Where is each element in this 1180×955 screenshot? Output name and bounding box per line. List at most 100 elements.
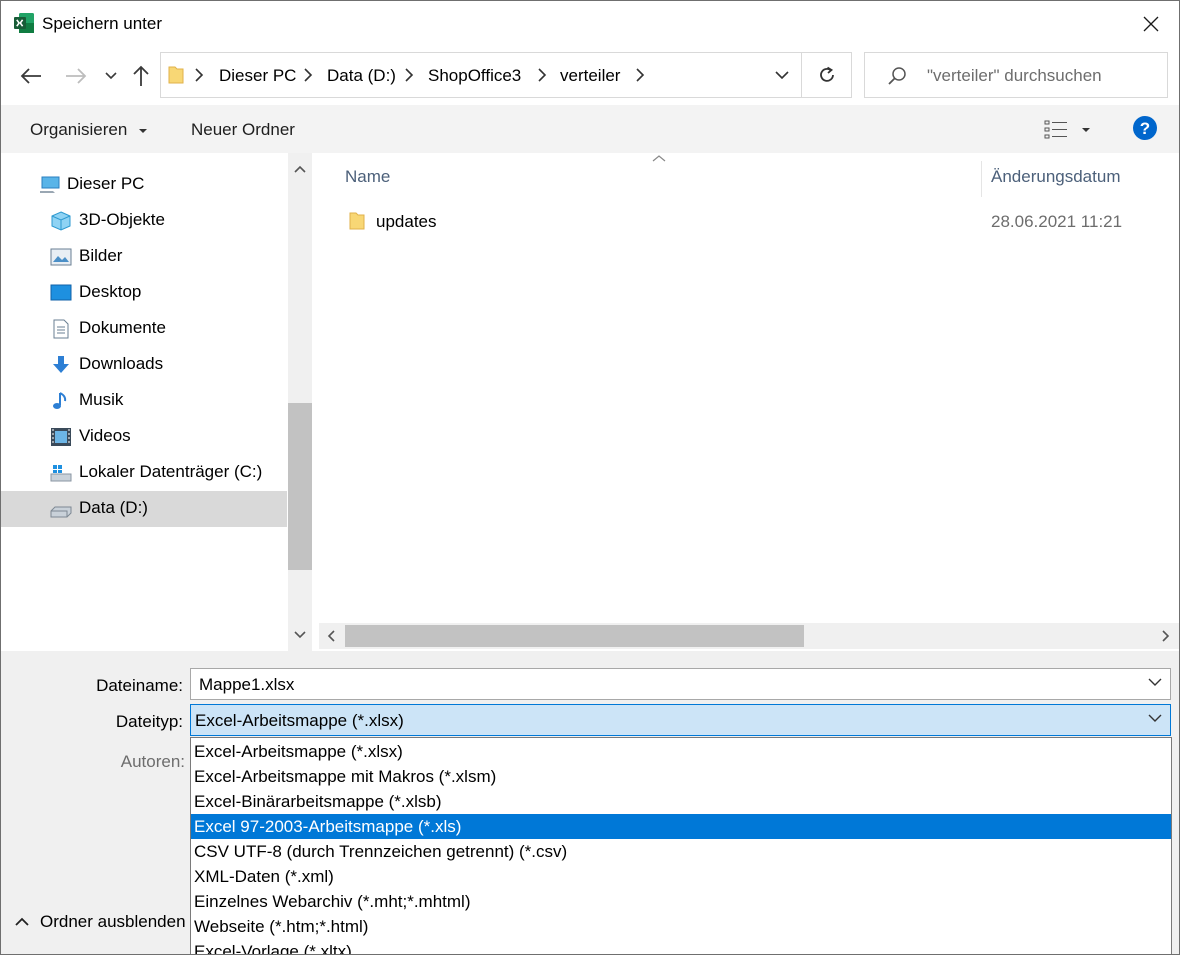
save-as-dialog: Speichern unter Dieser PC Data (D:) Shop… xyxy=(0,0,1180,955)
nav-label: Dieser PC xyxy=(67,174,145,193)
file-list-scrollbar[interactable] xyxy=(319,623,1179,649)
close-icon xyxy=(1143,16,1159,32)
folder-icon xyxy=(349,212,365,230)
chevron-right-icon xyxy=(195,68,204,82)
sort-ascending-icon xyxy=(652,155,666,162)
nav-scrollbar[interactable] xyxy=(288,153,312,651)
chevron-right-icon xyxy=(538,68,547,82)
command-bar: Organisieren Neuer Ordner ? xyxy=(1,105,1179,153)
svg-text:?: ? xyxy=(1140,119,1150,138)
arrow-right-icon xyxy=(66,68,87,84)
up-button[interactable] xyxy=(124,59,158,93)
help-icon: ? xyxy=(1133,116,1157,140)
filetype-label: Dateityp: xyxy=(115,712,183,731)
title-bar: Speichern unter xyxy=(1,1,1179,47)
nav-item-this-pc[interactable]: Dieser PC xyxy=(1,167,287,203)
caret-down-icon xyxy=(1082,128,1090,132)
scroll-up-icon[interactable] xyxy=(294,165,306,173)
documents-icon xyxy=(53,319,69,339)
crumb-shopoffice3[interactable]: ShopOffice3 xyxy=(428,66,521,86)
address-history-dropdown[interactable] xyxy=(763,53,801,97)
filetype-option[interactable]: Excel-Arbeitsmappe (*.xlsx) xyxy=(191,739,1171,764)
column-header-date[interactable]: Änderungsdatum xyxy=(991,167,1120,187)
crumb-data-drive[interactable]: Data (D:) xyxy=(327,66,396,86)
nav-item-documents[interactable]: Dokumente xyxy=(1,311,287,347)
desktop-icon xyxy=(50,284,72,301)
nav-item-videos[interactable]: Videos xyxy=(1,419,287,455)
search-box[interactable]: "verteiler" durchsuchen xyxy=(864,52,1168,98)
filetype-option-highlighted[interactable]: Excel 97-2003-Arbeitsmappe (*.xls) xyxy=(191,814,1171,839)
search-icon xyxy=(888,67,906,85)
new-folder-button[interactable]: Neuer Ordner xyxy=(191,120,295,140)
search-input[interactable]: "verteiler" durchsuchen xyxy=(927,66,1102,86)
file-date: 28.06.2021 11:21 xyxy=(991,212,1123,231)
nav-label: Musik xyxy=(79,390,124,409)
address-bar[interactable]: Dieser PC Data (D:) ShopOffice3 verteile… xyxy=(160,52,852,98)
nav-item-music[interactable]: Musik xyxy=(1,383,287,419)
back-button[interactable] xyxy=(14,59,48,93)
filetype-select[interactable]: Excel-Arbeitsmappe (*.xlsx) xyxy=(190,704,1171,736)
view-options-button[interactable] xyxy=(1041,116,1097,144)
download-arrow-icon xyxy=(53,356,69,373)
filetype-option[interactable]: Einzelnes Webarchiv (*.mht;*.mhtml) xyxy=(191,889,1171,914)
file-name: updates xyxy=(376,212,437,231)
nav-item-pictures[interactable]: Bilder xyxy=(1,239,287,275)
nav-item-3d-objects[interactable]: 3D-Objekte xyxy=(1,203,287,239)
close-button[interactable] xyxy=(1121,1,1179,47)
scroll-down-icon[interactable] xyxy=(294,631,306,639)
filetype-option[interactable]: Excel-Binärarbeitsmappe (*.xlsb) xyxy=(191,789,1171,814)
refresh-button[interactable] xyxy=(801,53,851,97)
organize-button[interactable]: Organisieren xyxy=(30,120,148,140)
filename-label: Dateiname: xyxy=(96,676,183,695)
nav-label: Desktop xyxy=(79,282,142,301)
navigation-pane: Dieser PC 3D-Objekte Bilder Desktop Doku… xyxy=(1,153,313,651)
window-title: Speichern unter xyxy=(42,14,163,33)
windows-drive-icon xyxy=(50,465,72,482)
recent-locations-button[interactable] xyxy=(94,59,128,93)
scroll-right-icon[interactable] xyxy=(1162,630,1170,642)
nav-item-local-disk-c[interactable]: Lokaler Datenträger (C:) xyxy=(1,455,287,491)
crumb-verteiler[interactable]: verteiler xyxy=(560,66,620,86)
scroll-left-icon[interactable] xyxy=(327,630,335,642)
filetype-dropdown-list: Excel-Arbeitsmappe (*.xlsx) Excel-Arbeit… xyxy=(190,737,1172,954)
filetype-option[interactable]: XML-Daten (*.xml) xyxy=(191,864,1171,889)
film-icon xyxy=(51,428,71,446)
column-header-name[interactable]: Name xyxy=(345,167,390,187)
column-divider[interactable] xyxy=(981,161,982,197)
nav-label: Data (D:) xyxy=(79,498,148,517)
arrow-left-icon xyxy=(20,68,41,84)
chevron-down-icon[interactable] xyxy=(1148,714,1162,722)
filename-input[interactable]: Mappe1.xlsx xyxy=(190,668,1171,700)
nav-scrollbar-thumb[interactable] xyxy=(288,403,312,570)
nav-item-downloads[interactable]: Downloads xyxy=(1,347,287,383)
arrow-up-icon xyxy=(133,65,149,86)
chevron-right-icon xyxy=(304,68,313,82)
chevron-down-icon[interactable] xyxy=(1148,678,1162,686)
folder-icon xyxy=(168,66,184,84)
filetype-option[interactable]: Webseite (*.htm;*.html) xyxy=(191,914,1171,939)
file-row[interactable]: updates 28.06.2021 11:21 xyxy=(319,205,1179,237)
filetype-option[interactable]: Excel-Arbeitsmappe mit Makros (*.xlsm) xyxy=(191,764,1171,789)
filetype-value: Excel-Arbeitsmappe (*.xlsx) xyxy=(195,711,404,730)
organize-label: Organisieren xyxy=(30,120,128,139)
excel-icon xyxy=(14,13,34,33)
refresh-icon xyxy=(819,66,834,82)
chevron-right-icon xyxy=(405,68,414,82)
help-button[interactable]: ? xyxy=(1132,115,1158,141)
nav-item-desktop[interactable]: Desktop xyxy=(1,275,287,311)
forward-button[interactable] xyxy=(59,59,93,93)
filetype-option[interactable]: Excel-Vorlage (*.xltx) xyxy=(191,939,1171,954)
filename-value: Mappe1.xlsx xyxy=(199,675,295,694)
chevron-up-icon xyxy=(15,917,29,926)
nav-label: Dokumente xyxy=(79,318,166,337)
drive-icon xyxy=(50,506,72,518)
filetype-option[interactable]: CSV UTF-8 (durch Trennzeichen getrennt) … xyxy=(191,839,1171,864)
crumb-this-pc[interactable]: Dieser PC xyxy=(219,66,296,86)
details-view-icon xyxy=(1044,120,1067,139)
pictures-icon xyxy=(50,248,72,266)
chevron-right-icon xyxy=(636,68,645,82)
file-list-scrollbar-thumb[interactable] xyxy=(345,625,804,647)
music-note-icon xyxy=(53,392,67,409)
nav-item-data-d[interactable]: Data (D:) xyxy=(1,491,287,527)
nav-label: Lokaler Datenträger (C:) xyxy=(79,462,263,481)
